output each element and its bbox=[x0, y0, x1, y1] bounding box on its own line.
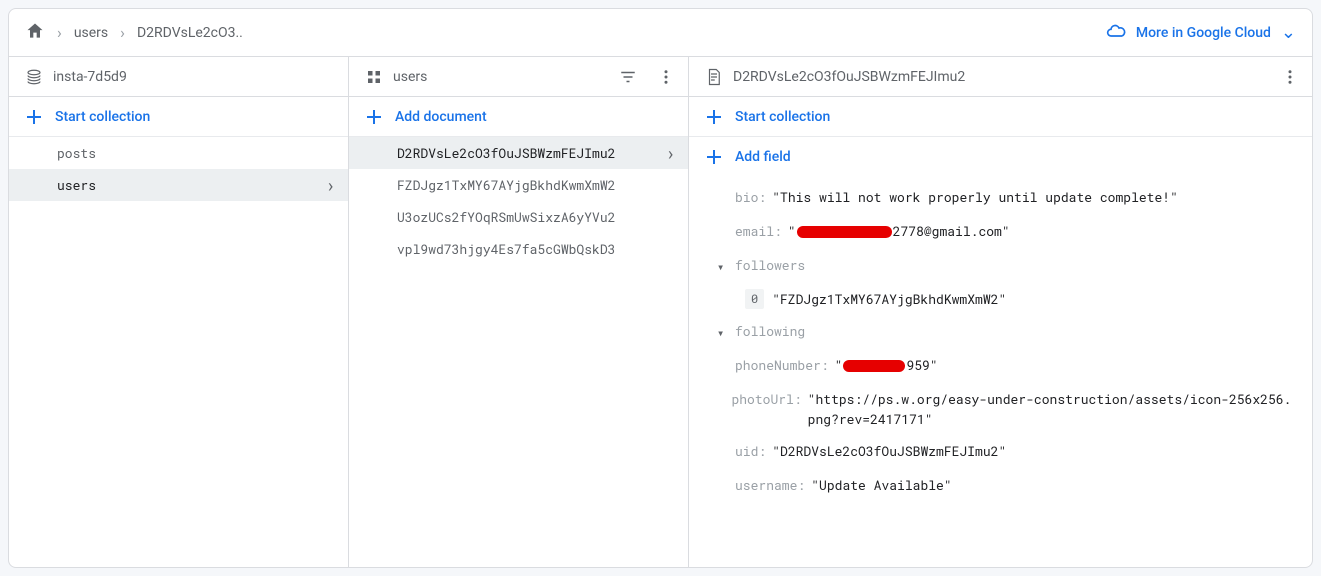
field-phone[interactable]: ▾ phoneNumber: "959" bbox=[689, 349, 1312, 383]
document-panel-header: D2RDVsLe2cO3fOuJSBWzmFEJImu2 bbox=[689, 57, 1312, 97]
start-collection-label: Start collection bbox=[735, 109, 830, 125]
field-bio[interactable]: ▾ bio: "This will not work properly unti… bbox=[689, 181, 1312, 215]
document-row[interactable]: D2RDVsLe2cO3fOuJSBWzmFEJImu2 › bbox=[349, 137, 688, 169]
document-icon bbox=[705, 68, 723, 86]
field-value: "D2RDVsLe2cO3fOuJSBWzmFEJImu2" bbox=[772, 441, 1006, 461]
plus-icon bbox=[705, 148, 723, 166]
panels: insta-7d5d9 Start collection posts users… bbox=[9, 57, 1312, 567]
field-followers-item[interactable]: 0 "FZDJgz1TxMY67AYjgBkhdKwmXmW2" bbox=[689, 283, 1312, 315]
document-id: U3ozUCs2fYOqRSmUwSixzA6yYVu2 bbox=[397, 208, 615, 226]
chevron-down-icon: ⌄ bbox=[1281, 22, 1296, 43]
field-value: "959" bbox=[835, 355, 938, 375]
fields-list: ▾ bio: "This will not work properly unti… bbox=[689, 177, 1312, 567]
collection-name: posts bbox=[57, 144, 96, 162]
add-field-label: Add field bbox=[735, 149, 791, 165]
field-value: "https://ps.w.org/easy-under-constructio… bbox=[808, 389, 1296, 429]
database-icon bbox=[25, 68, 43, 86]
plus-icon bbox=[25, 108, 43, 126]
add-document-button[interactable]: Add document bbox=[349, 97, 688, 137]
collection-row[interactable]: posts bbox=[9, 137, 348, 169]
start-collection-button[interactable]: Start collection bbox=[689, 97, 1312, 137]
plus-icon bbox=[705, 108, 723, 126]
field-key: following bbox=[735, 321, 805, 341]
field-photourl[interactable]: ▾ photoUrl: "https://ps.w.org/easy-under… bbox=[689, 383, 1312, 435]
collection-panel-title: users bbox=[393, 69, 604, 85]
collection-panel: users Add document D2RDVsLe2cO3fOuJSBWzm… bbox=[349, 57, 689, 567]
field-key: uid bbox=[735, 441, 758, 461]
field-key: bio bbox=[735, 187, 758, 207]
more-vert-icon[interactable] bbox=[652, 63, 680, 91]
more-in-google-cloud-link[interactable]: More in Google Cloud ⌄ bbox=[1106, 21, 1296, 45]
chevron-right-icon: › bbox=[120, 23, 125, 42]
cloud-link-label: More in Google Cloud bbox=[1136, 25, 1271, 41]
field-key: phoneNumber bbox=[735, 355, 821, 375]
field-value: "FZDJgz1TxMY67AYjgBkhdKwmXmW2" bbox=[772, 289, 1006, 309]
root-panel: insta-7d5d9 Start collection posts users… bbox=[9, 57, 349, 567]
documents-list: D2RDVsLe2cO3fOuJSBWzmFEJImu2 › FZDJgz1Tx… bbox=[349, 137, 688, 567]
field-key: photoUrl bbox=[731, 389, 793, 409]
field-email[interactable]: ▾ email: "2778@gmail.com" bbox=[689, 215, 1312, 249]
document-id: vpl9wd73hjgy4Es7fa5cGWbQskD3 bbox=[397, 240, 615, 258]
chevron-right-icon: › bbox=[325, 173, 336, 197]
field-key: followers bbox=[735, 255, 805, 275]
start-collection-label: Start collection bbox=[55, 109, 150, 125]
topbar: › users › D2RDVsLe2cO3.. More in Google … bbox=[9, 9, 1312, 57]
chevron-right-icon: › bbox=[57, 23, 62, 42]
collection-row[interactable]: users › bbox=[9, 169, 348, 201]
document-id: FZDJgz1TxMY67AYjgBkhdKwmXmW2 bbox=[397, 176, 615, 194]
more-vert-icon[interactable] bbox=[1276, 63, 1304, 91]
field-value: "2778@gmail.com" bbox=[788, 221, 1010, 241]
field-following[interactable]: ▾ following bbox=[689, 315, 1312, 349]
collapse-icon[interactable]: ▾ bbox=[717, 323, 735, 343]
chevron-right-icon: › bbox=[665, 141, 676, 165]
collapse-icon[interactable]: ▾ bbox=[717, 257, 735, 277]
firestore-data-card: › users › D2RDVsLe2cO3.. More in Google … bbox=[8, 8, 1313, 568]
redacted bbox=[797, 226, 892, 238]
document-row[interactable]: U3ozUCs2fYOqRSmUwSixzA6yYVu2 bbox=[349, 201, 688, 233]
field-value: "This will not work properly until updat… bbox=[772, 187, 1178, 207]
add-field-button[interactable]: Add field bbox=[689, 137, 1312, 177]
field-value: "Update Available" bbox=[811, 475, 951, 495]
document-row[interactable]: vpl9wd73hjgy4Es7fa5cGWbQskD3 bbox=[349, 233, 688, 265]
breadcrumb-document[interactable]: D2RDVsLe2cO3.. bbox=[137, 25, 243, 41]
breadcrumb: › users › D2RDVsLe2cO3.. bbox=[25, 21, 243, 45]
collections-list: posts users › bbox=[9, 137, 348, 567]
collection-panel-header: users bbox=[349, 57, 688, 97]
field-key: username bbox=[735, 475, 797, 495]
field-uid[interactable]: ▾ uid: "D2RDVsLe2cO3fOuJSBWzmFEJImu2" bbox=[689, 435, 1312, 469]
cloud-icon bbox=[1106, 21, 1126, 45]
add-document-label: Add document bbox=[395, 109, 487, 125]
field-followers[interactable]: ▾ followers bbox=[689, 249, 1312, 283]
plus-icon bbox=[365, 108, 383, 126]
document-panel-title: D2RDVsLe2cO3fOuJSBWzmFEJImu2 bbox=[733, 69, 1266, 85]
document-id: D2RDVsLe2cO3fOuJSBWzmFEJImu2 bbox=[397, 144, 615, 162]
document-panel: D2RDVsLe2cO3fOuJSBWzmFEJImu2 Start colle… bbox=[689, 57, 1312, 567]
start-collection-button[interactable]: Start collection bbox=[9, 97, 348, 137]
collection-icon bbox=[365, 68, 383, 86]
collection-name: users bbox=[57, 176, 96, 194]
breadcrumb-users[interactable]: users bbox=[74, 25, 108, 41]
field-username[interactable]: ▾ username: "Update Available" bbox=[689, 469, 1312, 503]
root-panel-header: insta-7d5d9 bbox=[9, 57, 348, 97]
array-index: 0 bbox=[745, 289, 764, 309]
redacted bbox=[843, 360, 905, 372]
filter-icon[interactable] bbox=[614, 63, 642, 91]
home-icon[interactable] bbox=[25, 21, 45, 45]
document-row[interactable]: FZDJgz1TxMY67AYjgBkhdKwmXmW2 bbox=[349, 169, 688, 201]
field-key: email bbox=[735, 221, 774, 241]
root-panel-title: insta-7d5d9 bbox=[53, 69, 340, 85]
